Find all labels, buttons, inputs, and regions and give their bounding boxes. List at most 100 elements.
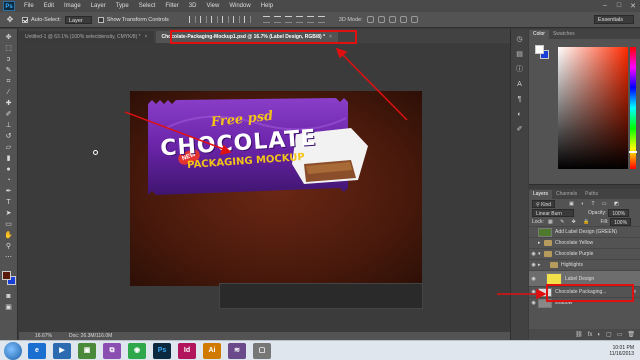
taskbar-app-photoshop[interactable]: Ps: [153, 342, 171, 359]
taskbar-app-explorer[interactable]: ▣: [78, 342, 96, 359]
zoom-tool-icon[interactable]: ⚲: [2, 242, 16, 252]
fill-input[interactable]: 100%: [610, 217, 632, 226]
eyedropper-tool-icon[interactable]: ⁄: [2, 88, 16, 98]
clone-stamp-tool-icon[interactable]: ⊥: [2, 121, 16, 131]
layer-row[interactable]: ◉ ▸ Highlights: [529, 259, 640, 270]
eraser-tool-icon[interactable]: ▱: [2, 143, 16, 153]
align-bottom-icon[interactable]: [210, 16, 218, 23]
layer-row[interactable]: ▸ Chocolate Yellow: [529, 237, 640, 248]
drag-3d-icon[interactable]: [388, 16, 396, 23]
crop-tool-icon[interactable]: ⌗: [2, 77, 16, 87]
scale-3d-icon[interactable]: [410, 16, 418, 23]
move-tool-icon[interactable]: ✥: [4, 15, 16, 25]
menu-edit[interactable]: Edit: [39, 3, 59, 9]
brush-panel-icon[interactable]: ✐: [514, 125, 525, 135]
menu-file[interactable]: File: [19, 3, 39, 9]
taskbar-app-other[interactable]: ▢: [253, 342, 271, 359]
align-top-icon[interactable]: [188, 16, 196, 23]
menu-window[interactable]: Window: [224, 3, 255, 9]
hue-slider-handle[interactable]: [629, 151, 637, 153]
system-clock[interactable]: 10:01 PM 11/16/2013: [609, 345, 634, 357]
auto-select-dropdown[interactable]: Layer: [64, 15, 92, 24]
auto-select-checkbox[interactable]: [22, 16, 28, 23]
layer-row[interactable]: Add Label Design (GREEN): [529, 226, 640, 237]
menu-layer[interactable]: Layer: [86, 3, 111, 9]
align-hcenter-icon[interactable]: [232, 16, 240, 23]
tab-channels[interactable]: Channels: [552, 190, 581, 199]
tab-untitled-1[interactable]: Untitled-1 @ 63.1% (100% selectdensity, …: [19, 31, 154, 43]
pen-tool-icon[interactable]: ✒: [2, 187, 16, 197]
workspace-dropdown[interactable]: Essentials: [593, 15, 634, 24]
info-panel-icon[interactable]: ⓘ: [514, 65, 525, 75]
paragraph-panel-icon[interactable]: ¶: [514, 95, 525, 105]
hand-tool-icon[interactable]: ✋: [2, 231, 16, 241]
shape-tool-icon[interactable]: ▭: [2, 220, 16, 230]
adjustments-panel-icon[interactable]: ◐: [514, 110, 525, 120]
gradient-tool-icon[interactable]: ▮: [2, 154, 16, 164]
show-transform-checkbox[interactable]: [97, 16, 104, 23]
tab-close-icon[interactable]: ×: [145, 34, 148, 40]
character-panel-icon[interactable]: A: [514, 80, 525, 90]
healing-brush-tool-icon[interactable]: ✚: [2, 99, 16, 109]
blend-mode-dropdown[interactable]: Linear Burn: [532, 208, 574, 217]
brush-tool-icon[interactable]: ✐: [2, 110, 16, 120]
eye-icon[interactable]: ◉: [529, 276, 538, 282]
taskbar-app-chrome[interactable]: ◉: [128, 342, 146, 359]
dodge-tool-icon[interactable]: ◔: [2, 176, 16, 186]
layer-style-icon[interactable]: fx: [588, 332, 593, 338]
roll-3d-icon[interactable]: [377, 16, 385, 23]
color-picker-cursor[interactable]: [93, 150, 98, 155]
menu-filter[interactable]: Filter: [160, 3, 183, 9]
quick-select-tool-icon[interactable]: ✎: [2, 66, 16, 76]
eye-icon[interactable]: ◉: [529, 289, 538, 295]
tab-color[interactable]: Color: [529, 30, 549, 39]
quick-mask-icon[interactable]: ◙: [2, 292, 16, 302]
menu-3d[interactable]: 3D: [184, 3, 202, 9]
menu-select[interactable]: Select: [134, 3, 161, 9]
distribute-bottom-icon[interactable]: [284, 16, 292, 23]
filter-type-icons[interactable]: ▣ ◐ T ▭ ◩: [569, 201, 622, 207]
opacity-input[interactable]: 100%: [608, 208, 630, 217]
menu-view[interactable]: View: [201, 3, 224, 9]
slide-3d-icon[interactable]: [399, 16, 407, 23]
tab-layers[interactable]: Layers: [529, 190, 553, 199]
taskbar-app-vs[interactable]: ⧉: [103, 342, 121, 359]
move-tool-icon[interactable]: ✥: [2, 33, 16, 43]
taskbar-app-ie[interactable]: e: [28, 342, 46, 359]
tab-swatches[interactable]: Swatches: [549, 30, 579, 39]
distribute-right-icon[interactable]: [317, 16, 325, 23]
maximize-button[interactable]: □: [612, 2, 626, 10]
align-left-icon[interactable]: [221, 16, 229, 23]
lasso-tool-icon[interactable]: ↄ: [2, 55, 16, 65]
color-picker-field[interactable]: [558, 47, 628, 169]
taskbar-app-winrar[interactable]: ≋: [228, 342, 246, 359]
chocolate-bar-mockup[interactable]: NEW Free psd CHOCOLATE PACKAGING MOCKUP: [146, 98, 373, 195]
taskbar-app-indesign[interactable]: Id: [178, 342, 196, 359]
align-vcenter-icon[interactable]: [199, 16, 207, 23]
panel-foreground-swatch[interactable]: [535, 45, 544, 54]
path-selection-tool-icon[interactable]: ➤: [2, 209, 16, 219]
rotate-3d-icon[interactable]: [366, 16, 374, 23]
distribute-hcenter-icon[interactable]: [306, 16, 314, 23]
history-brush-tool-icon[interactable]: ↺: [2, 132, 16, 142]
close-window-button[interactable]: ✕: [626, 2, 640, 10]
taskbar-app-illustrator[interactable]: Ai: [203, 342, 221, 359]
taskbar-app-media[interactable]: ▶: [53, 342, 71, 359]
zoom-level[interactable]: 16.67%: [19, 333, 52, 339]
start-button[interactable]: [4, 341, 22, 360]
distribute-vcenter-icon[interactable]: [273, 16, 281, 23]
eye-icon[interactable]: ◉: [529, 300, 538, 306]
link-layers-icon[interactable]: ⛓: [575, 331, 583, 338]
tab-paths[interactable]: Paths: [581, 190, 602, 199]
distribute-top-icon[interactable]: [262, 16, 270, 23]
eye-icon[interactable]: ◉: [529, 251, 538, 257]
delete-layer-icon[interactable]: 🗑: [627, 331, 635, 338]
lock-icons[interactable]: ▦ ✎ ✥ 🔒: [548, 219, 593, 225]
marquee-tool-icon[interactable]: ⬚: [2, 44, 16, 54]
blur-tool-icon[interactable]: ●: [2, 165, 16, 175]
properties-panel-icon[interactable]: ▤: [514, 50, 525, 60]
new-layer-icon[interactable]: ▭: [617, 331, 623, 338]
eye-icon[interactable]: ◉: [529, 262, 538, 268]
distribute-left-icon[interactable]: [295, 16, 303, 23]
color-swatches[interactable]: [1, 270, 17, 286]
